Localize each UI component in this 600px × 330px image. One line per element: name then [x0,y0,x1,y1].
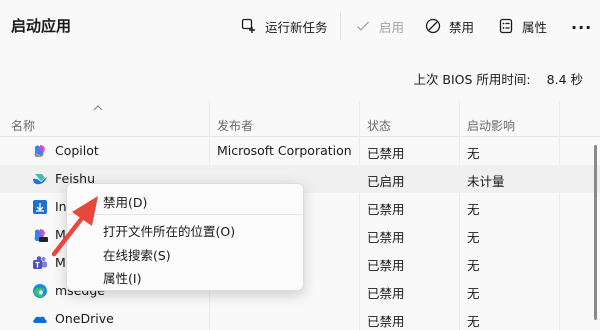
row-name: In [55,199,67,214]
copilot-new-icon [34,229,48,242]
row-impact: 无 [467,286,480,301]
column-impact[interactable]: 启动影响 [467,117,515,134]
row-status: 已禁用 [367,230,405,245]
row-impact: 无 [467,258,480,273]
column-name[interactable]: 名称 [11,117,35,134]
run-new-task-label: 运行新任务 [265,19,328,35]
menu-item-open-location[interactable]: 打开文件所在的位置(O) [103,221,235,240]
run-task-icon [241,18,255,33]
properties-icon [499,18,513,34]
column-status[interactable]: 状态 [367,117,391,134]
bios-time-value: 8.4 秒 [546,72,583,87]
properties-button[interactable]: 属性 [498,15,547,37]
row-status: 已禁用 [367,314,405,329]
row-status: 已禁用 [367,202,405,217]
table-row[interactable]: Copilot Microsoft Corporation 已禁用 无 [0,137,600,165]
more-options-icon[interactable]: ··· [571,18,592,37]
row-status: 已禁用 [367,286,405,301]
disable-label: 禁用 [449,19,475,35]
copilot-icon [34,145,45,157]
checkmark-icon [357,21,369,31]
row-status: 已启用 [367,174,405,189]
row-impact: 无 [467,202,480,217]
onedrive-icon [33,316,47,323]
row-publisher: Microsoft Corporation [217,143,352,158]
row-impact: 无 [467,146,480,161]
toolbar-divider [340,12,341,40]
row-status: 已禁用 [367,146,405,161]
enable-label: 启用 [379,19,405,35]
row-impact: 无 [467,230,480,245]
bios-time: 上次 BIOS 所用时间: 8.4 秒 [413,69,583,88]
menu-item-disable[interactable]: 禁用(D) [103,192,147,211]
row-impact: 无 [467,314,480,329]
row-status: 已禁用 [367,258,405,273]
edge-icon [33,284,47,298]
context-menu: 禁用(D) 打开文件所在的位置(O) 在线搜索(S) 属性(I) [66,183,304,291]
vertical-scrollbar[interactable] [594,145,597,320]
sort-ascending-icon [93,105,103,111]
row-name: M [55,227,66,242]
toolbar: 启动应用 运行新任务 启用 禁用 属性 ··· [0,0,600,54]
row-name: Copilot [55,143,99,158]
table-header: 名称 发布者 状态 启动影响 [0,101,600,137]
enable-button[interactable]: 启用 [355,15,404,37]
teams-icon [33,256,47,269]
table-row[interactable]: OneDrive 已禁用 无 [0,305,600,330]
row-impact: 未计量 [467,174,505,189]
run-new-task-button[interactable]: 运行新任务 [241,15,328,37]
row-name: OneDrive [55,311,114,326]
page-title: 启动应用 [11,17,72,35]
bios-time-label: 上次 BIOS 所用时间: [413,72,531,87]
menu-item-search-online[interactable]: 在线搜索(S) [103,245,171,264]
properties-label: 属性 [522,19,548,35]
installer-icon [33,200,47,214]
row-name: M [55,255,66,270]
block-icon [425,18,441,34]
column-publisher[interactable]: 发布者 [217,117,253,134]
menu-divider [68,214,303,215]
disable-button[interactable]: 禁用 [425,15,474,37]
feishu-icon [33,174,47,185]
menu-item-properties[interactable]: 属性(I) [103,268,141,287]
